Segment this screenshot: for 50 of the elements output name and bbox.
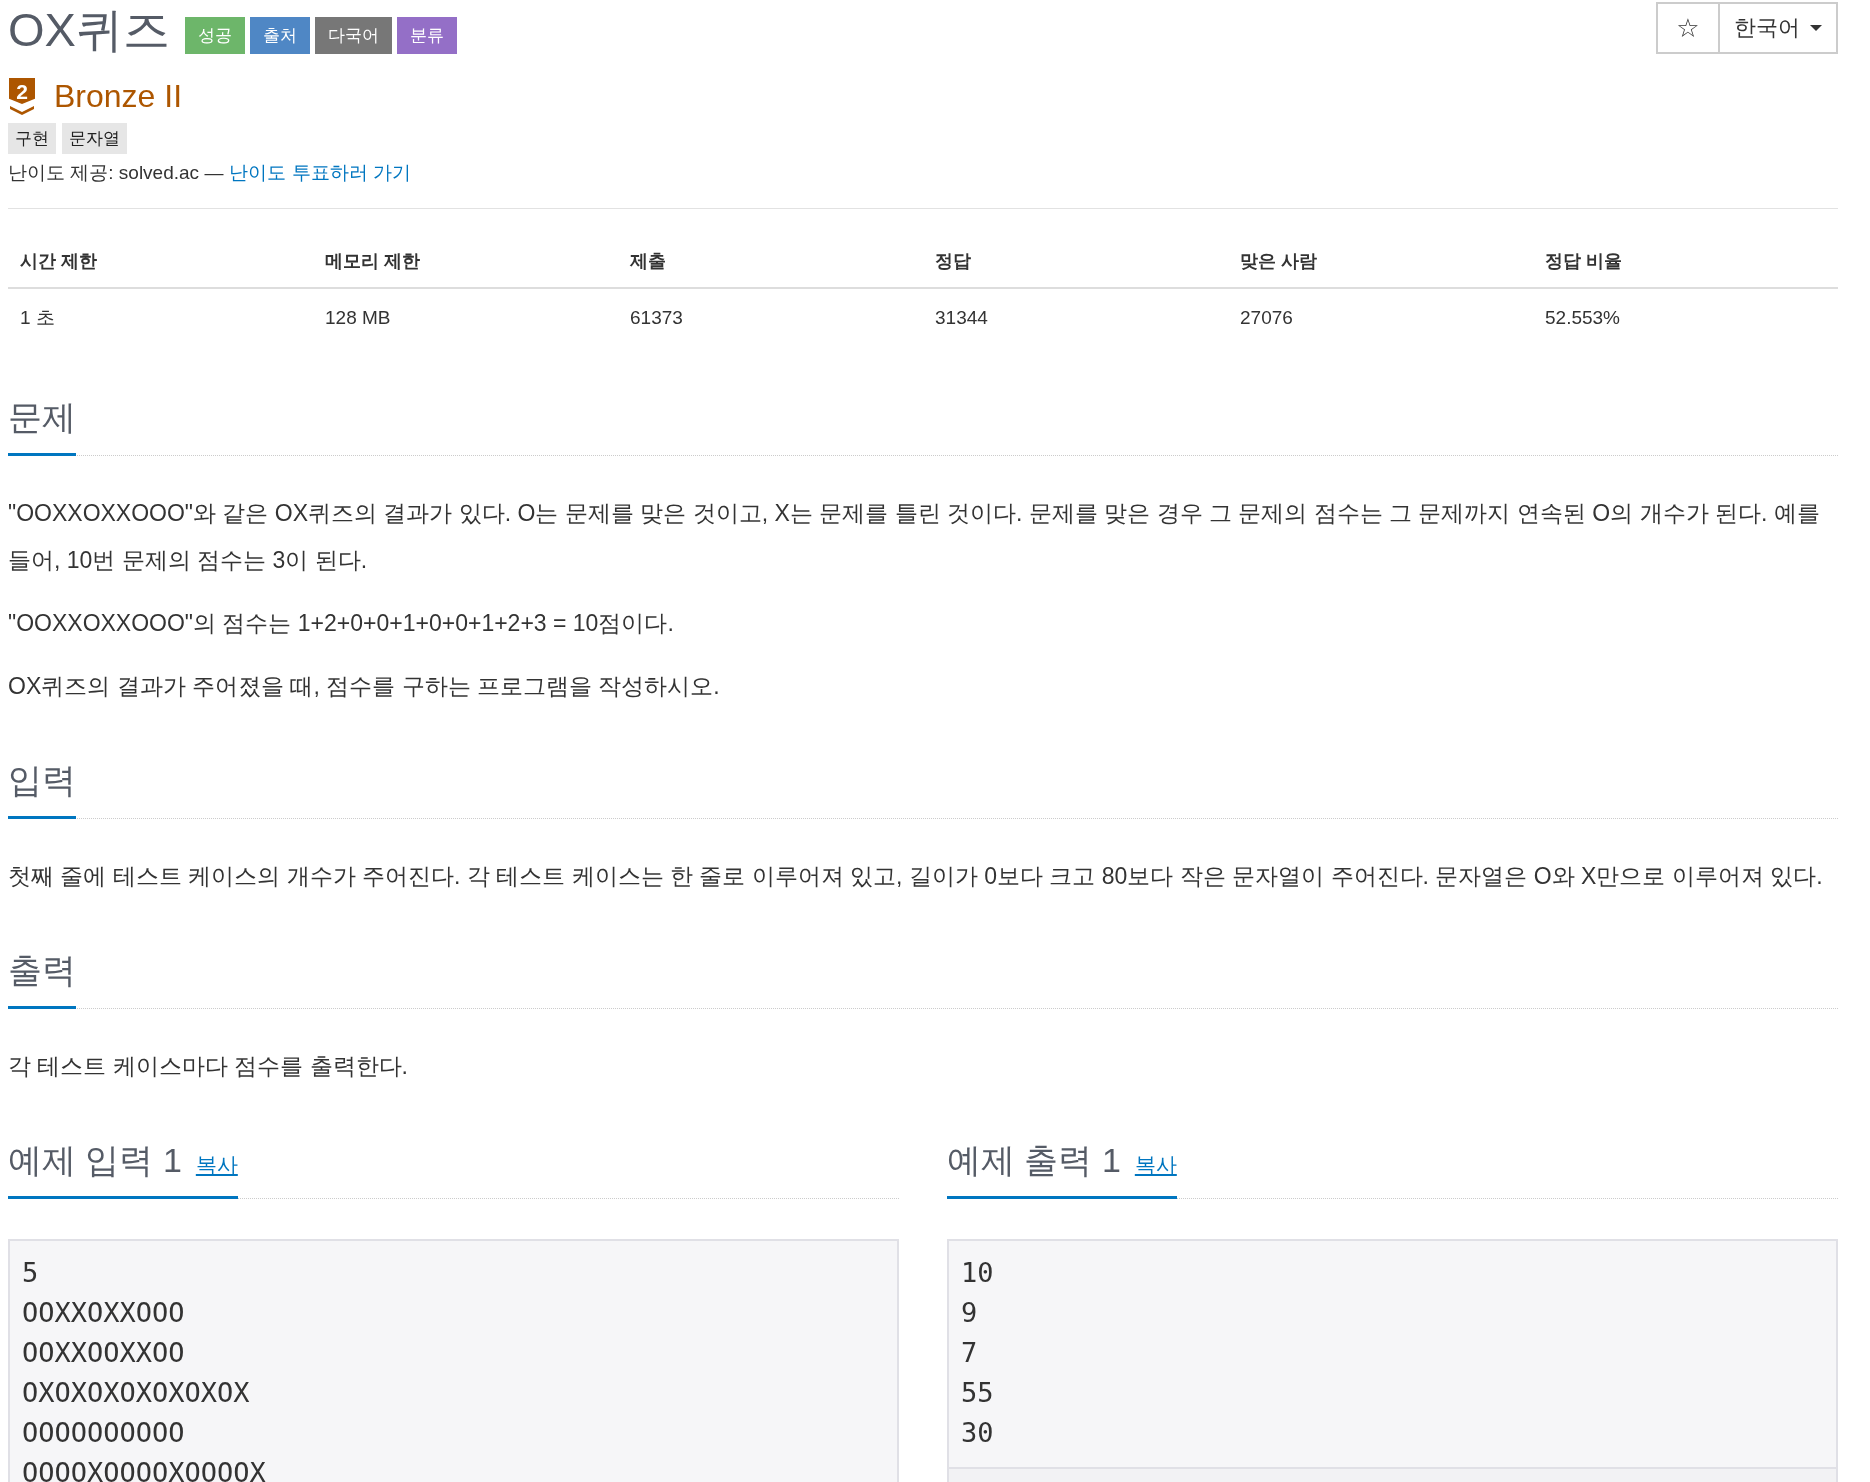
star-button[interactable]: ☆ [1656, 2, 1720, 54]
column-header: 정답 비율 [1533, 241, 1838, 288]
code-line: 5 [22, 1256, 40, 1290]
paragraph: "OOXXOXXOOO"의 점수는 1+2+0+0+1+0+0+1+2+3 = 10점이다. [8, 609, 675, 638]
problem-title: OX퀴즈 [8, 2, 170, 58]
status-label[interactable]: 출처 [249, 16, 310, 54]
difficulty-source: 난이도 제공: solved.ac — [8, 161, 224, 185]
column-header: 정답 [923, 241, 1228, 288]
code-line: 9 [961, 1296, 979, 1330]
table-cell: 52.553% [1533, 288, 1838, 347]
code-line: OOXXOXXOOO [22, 1296, 186, 1330]
tier-badge: 2 [9, 78, 35, 104]
copy-link[interactable]: 복사 [1134, 1151, 1177, 1179]
status-label[interactable]: 성공 [184, 16, 245, 54]
status-label[interactable]: 분류 [396, 16, 457, 54]
algorithm-tag[interactable]: 구현 [8, 123, 56, 154]
code-line: 7 [961, 1336, 979, 1370]
section-heading: 출력 [8, 948, 76, 1009]
sample-heading: 예제 입력 1 [8, 1140, 182, 1181]
code-line: OOOOXOOOOXOOOOX [22, 1456, 267, 1482]
column-header: 제출 [618, 241, 923, 288]
chevron-icon [10, 106, 34, 115]
tier-name: Bronze II [54, 78, 183, 115]
code-line: 55 [961, 1376, 995, 1410]
paragraph: "OOXXOXXOOO"와 같은 OX퀴즈의 결과가 있다. O는 문제를 맞은 것이고, X는 문제를 틀린 것이다. 문제를 맞은 경우 그 문제의 점수는 그 문제까지 연속된 O의 개수가 된다. 예를 들어, 10번 문제의 점수는 3이 된다. [8, 499, 1821, 575]
copy-link[interactable]: 복사 [195, 1151, 238, 1179]
code-line: 30 [961, 1416, 995, 1450]
vote-link[interactable]: 난이도 투표하러 가기 [229, 160, 411, 186]
status-label[interactable]: 다국어 [314, 16, 392, 54]
table-cell: 31344 [923, 288, 1228, 347]
table-cell: 27076 [1228, 288, 1533, 347]
caret-icon [1810, 25, 1822, 31]
code-line: 10 [961, 1256, 995, 1290]
code-line: OOOOOOOOOO [22, 1416, 186, 1450]
table-cell: 1 초 [8, 288, 313, 347]
section-heading: 문제 [8, 395, 76, 456]
paragraph: OX퀴즈의 결과가 주어졌을 때, 점수를 구하는 프로그램을 작성하시오. [8, 672, 721, 701]
column-header: 맞은 사람 [1228, 241, 1533, 288]
table-cell: 61373 [618, 288, 923, 347]
code-line: OXOXOXOXOXOXOX [22, 1376, 251, 1410]
language-dropdown[interactable]: 한국어 [1720, 2, 1838, 54]
paragraph: 각 테스트 케이스마다 점수를 출력한다. [8, 1052, 409, 1081]
code-line: OOXXOOXXOO [22, 1336, 186, 1370]
table-cell: 128 MB [313, 288, 618, 347]
column-header: 메모리 제한 [313, 241, 618, 288]
paragraph: 첫째 줄에 테스트 케이스의 개수가 주어진다. 각 테스트 케이스는 한 줄로 이루어져 있고, 길이가 0보다 크고 80보다 작은 문자열이 주어진다. 문자열은 O와 X만으로 이루어져 있다. [8, 862, 1824, 891]
algorithm-tag[interactable]: 문자열 [62, 123, 127, 154]
column-header: 시간 제한 [8, 241, 313, 288]
section-heading: 입력 [8, 758, 76, 819]
sample-heading: 예제 출력 1 [947, 1140, 1121, 1181]
